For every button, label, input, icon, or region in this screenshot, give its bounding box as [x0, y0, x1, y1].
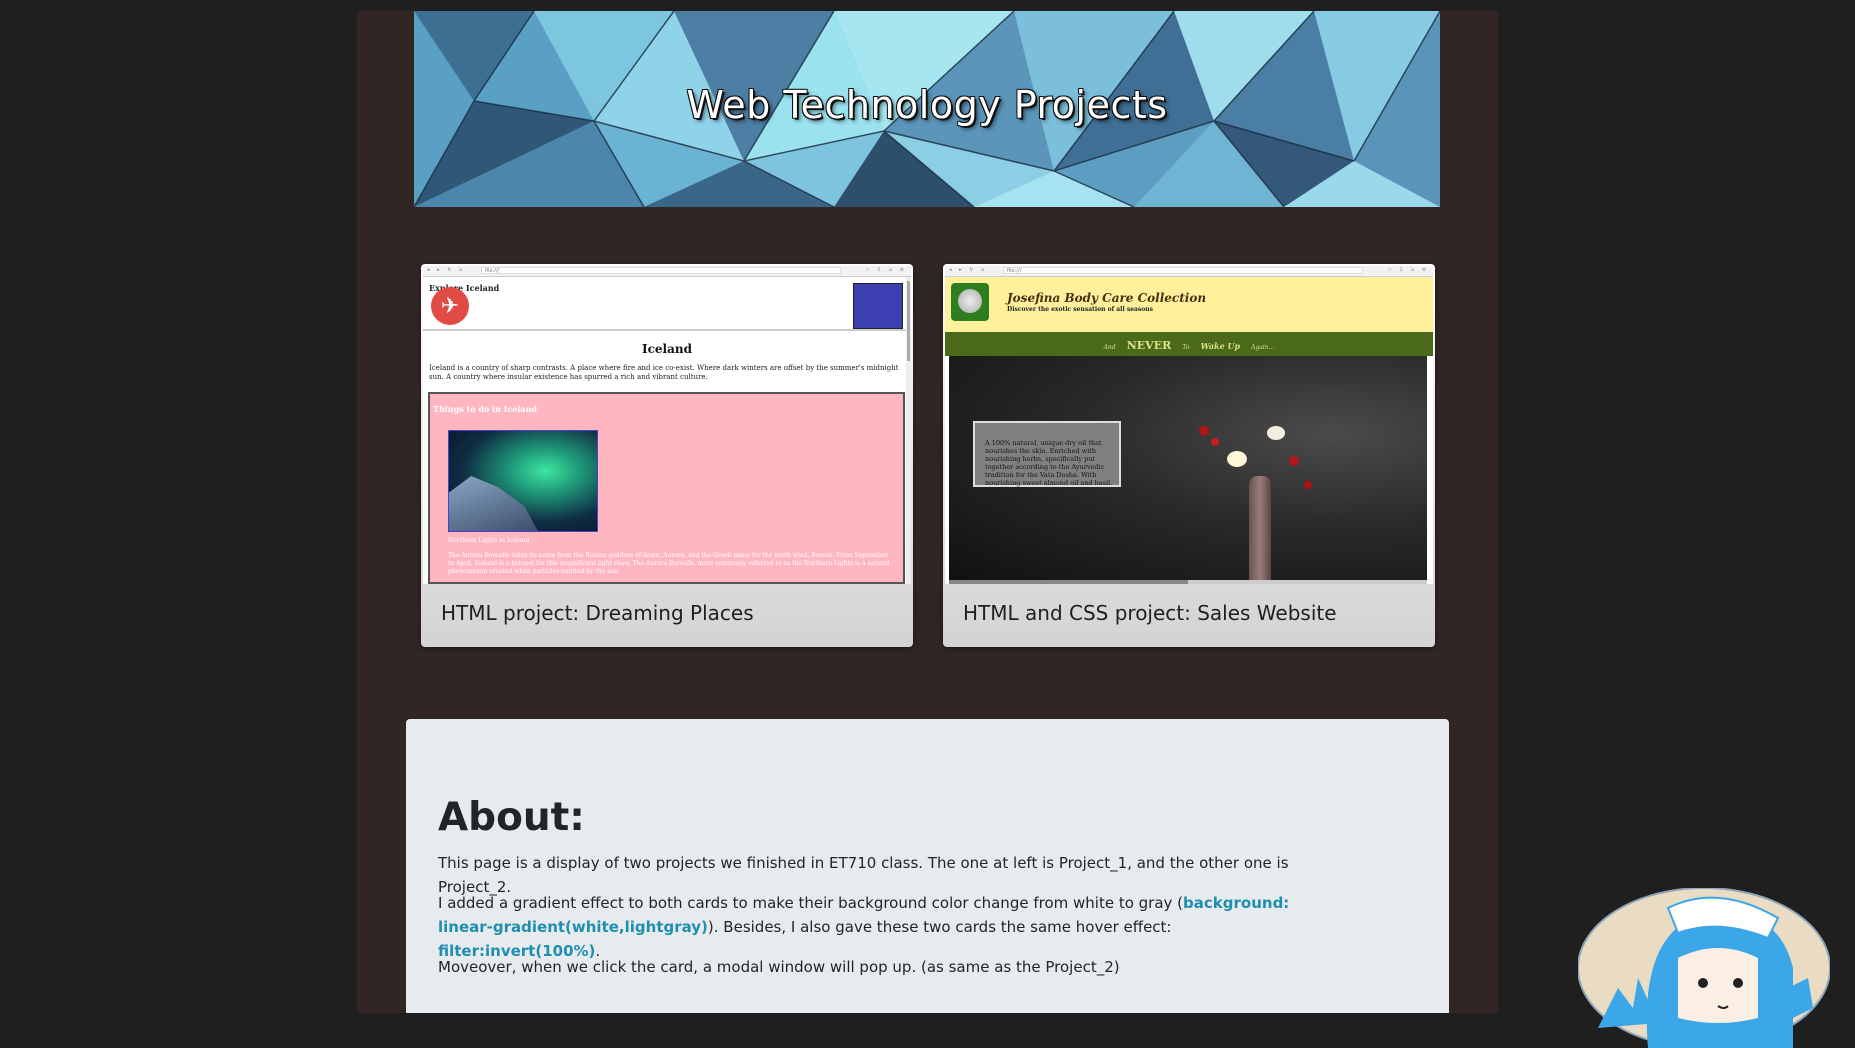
- mini-browser-bar: ◂ ▸ ↻ ⌂ file:///☆ ⇩ ⌂ ≡: [423, 266, 911, 277]
- flower-shape: [1304, 481, 1312, 489]
- page-title: Web Technology Projects: [686, 83, 1168, 127]
- airplane-icon: ✈: [431, 287, 469, 325]
- header-banner: Web Technology Projects: [414, 11, 1440, 207]
- sales-logo: [951, 283, 989, 321]
- vase-shape: [1249, 476, 1271, 584]
- mini-scrollbar: [906, 277, 911, 584]
- iceland-map-image: [853, 283, 903, 329]
- slogan-wake: Wake Up: [1200, 341, 1241, 351]
- page-container: Web Technology Projects ◂ ▸ ↻ ⌂ file:///☆…: [357, 11, 1498, 1013]
- card-screenshot-sales: ◂ ▸ ↻ ⌂ file:///☆ ⇩ ⌂ ≡ Josefina Body Car…: [945, 266, 1433, 584]
- about-paragraph-3: Moveover, when we click the card, a moda…: [438, 958, 1120, 976]
- flower-shape: [1267, 426, 1285, 440]
- product-description-box: A 100% natural, unique dry oil that nour…: [973, 421, 1121, 487]
- mini-browser-bar: ◂ ▸ ↻ ⌂ file:///☆ ⇩ ⌂ ≡: [945, 266, 1433, 277]
- slogan-and: And: [1103, 344, 1116, 351]
- flower-shape: [1289, 456, 1299, 466]
- aurora-caption: Northern Lights in Iceland: [448, 537, 530, 544]
- about-heading: About:: [438, 795, 585, 840]
- slogan-to: To: [1182, 344, 1190, 351]
- sales-slogan-bar: And NEVER To Wake Up Again...: [945, 332, 1433, 356]
- mini-scrollbar: [949, 580, 1427, 584]
- mascot-image: [1578, 888, 1830, 1048]
- flower-photo: A 100% natural, unique dry oil that nour…: [949, 356, 1427, 584]
- about-text: I added a gradient effect to both cards …: [438, 894, 1184, 912]
- about-text: ). Besides, I also gave these two cards …: [707, 918, 1172, 936]
- flower-shape: [1227, 451, 1247, 467]
- sales-tagline: Discover the exotic sensation of all sea…: [1007, 306, 1154, 313]
- iceland-intro: Iceland is a country of sharp contrasts.…: [429, 364, 899, 381]
- sales-brand: Josefina Body Care Collection: [1007, 291, 1207, 305]
- about-paragraph-2: I added a gradient effect to both cards …: [438, 891, 1298, 963]
- things-heading: Things to do in Iceland: [433, 404, 538, 414]
- product-description: A 100% natural, unique dry oil that nour…: [985, 439, 1113, 487]
- card-title: HTML project: Dreaming Places: [441, 601, 754, 625]
- aurora-image: [448, 430, 598, 532]
- card-title: HTML and CSS project: Sales Website: [963, 601, 1337, 625]
- card-screenshot-iceland: ◂ ▸ ↻ ⌂ file:///☆ ⇩ ⌂ ≡ Explore Iceland ✈…: [423, 266, 911, 584]
- slogan-never: NEVER: [1126, 339, 1172, 352]
- flower-shape: [1199, 426, 1209, 436]
- project-card-dreaming-places[interactable]: ◂ ▸ ↻ ⌂ file:///☆ ⇩ ⌂ ≡ Explore Iceland ✈…: [421, 264, 913, 647]
- flower-shape: [1211, 438, 1219, 446]
- slogan-again: Again...: [1251, 344, 1275, 351]
- about-section: About: This page is a display of two pro…: [406, 719, 1449, 1013]
- aurora-text: The Aurora Borealis takes its name from …: [448, 552, 890, 575]
- iceland-heading: Iceland: [641, 342, 692, 356]
- project-card-sales-website[interactable]: ◂ ▸ ↻ ⌂ file:///☆ ⇩ ⌂ ≡ Josefina Body Car…: [943, 264, 1435, 647]
- iceland-things-section: Things to do in Iceland Northern Lights …: [428, 392, 905, 584]
